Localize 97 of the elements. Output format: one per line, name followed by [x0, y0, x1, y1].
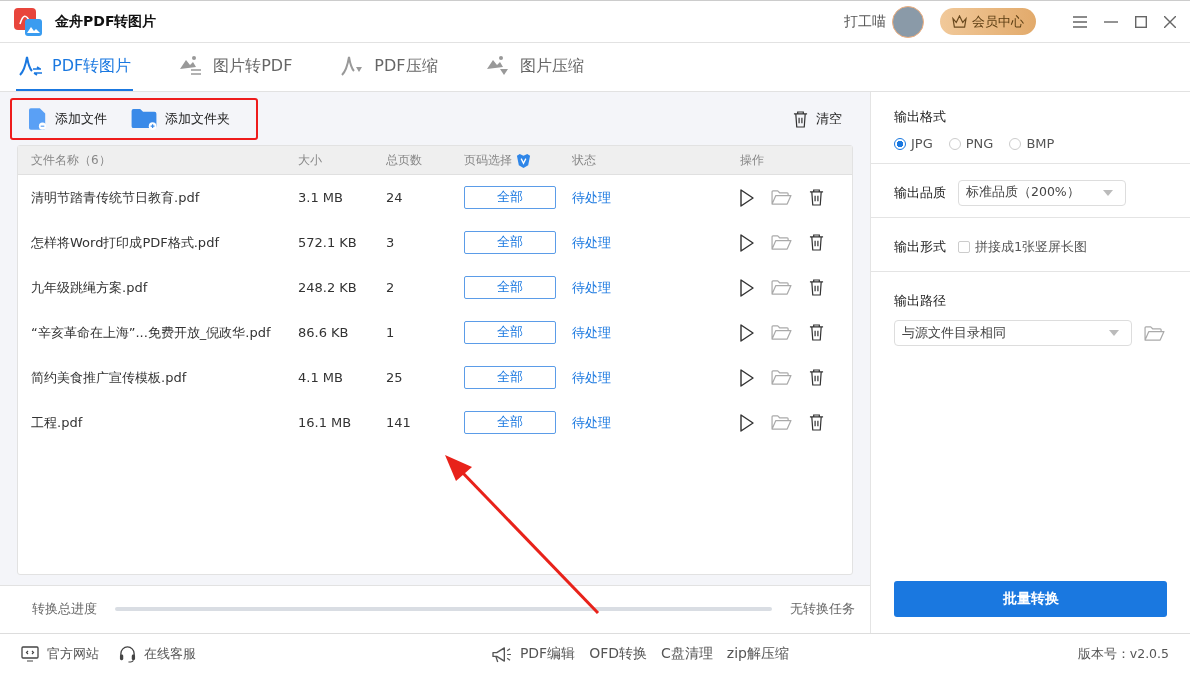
trash-icon: [793, 110, 808, 128]
file-size: 248.2 KB: [298, 280, 358, 296]
page-count: 25: [386, 370, 404, 386]
app-logo-icon: [14, 7, 42, 36]
play-icon[interactable]: [740, 278, 754, 297]
pdf-convert-icon: [18, 55, 42, 77]
page-range-button[interactable]: 全部: [464, 321, 556, 345]
file-add-icon: [29, 108, 47, 131]
mode-tab[interactable]: PDF压缩: [338, 43, 440, 91]
play-icon[interactable]: [740, 188, 754, 207]
add-file-button[interactable]: 添加文件: [29, 104, 107, 135]
page-count: 141: [386, 415, 412, 431]
file-name: 工程.pdf: [31, 413, 84, 432]
mode-tab[interactable]: 图片压缩: [483, 43, 586, 91]
app-title: 金舟PDF转图片: [55, 12, 157, 31]
file-name: 怎样将Word打印成PDF格式.pdf: [31, 233, 221, 252]
file-size: 86.6 KB: [298, 325, 350, 341]
page-range-button[interactable]: 全部: [464, 276, 556, 300]
folder-add-icon: [131, 108, 157, 130]
format-radio[interactable]: PNG: [948, 136, 994, 151]
column-header: 文件名称（6）: [31, 151, 111, 169]
trash-icon[interactable]: [809, 279, 824, 297]
footer-link[interactable]: 官方网站: [21, 645, 99, 663]
status-text: 待处理: [572, 188, 612, 207]
file-name: 简约美食推广宣传模板.pdf: [31, 368, 188, 387]
pdf-download-icon: [340, 55, 365, 77]
footer-link[interactable]: 在线客服: [119, 645, 196, 663]
status-text: 待处理: [572, 323, 612, 342]
column-header: 总页数: [386, 151, 422, 169]
footer-tool-link[interactable]: PDF编辑: [490, 645, 576, 663]
setting-label: 输出格式: [894, 108, 947, 126]
column-header: 大小: [298, 151, 322, 169]
trash-icon[interactable]: [809, 189, 824, 207]
status-text: 待处理: [572, 413, 612, 432]
headset-icon: [119, 645, 136, 663]
batch-convert-button[interactable]: 批量转换: [894, 581, 1167, 617]
mode-tab[interactable]: 图片转PDF: [177, 43, 295, 91]
vip-shield-icon: [516, 152, 531, 168]
column-header: 操作: [740, 151, 764, 169]
page-range-button[interactable]: 全部: [464, 231, 556, 255]
play-icon[interactable]: [740, 368, 754, 387]
setting-label: 输出路径: [894, 292, 947, 310]
file-size: 4.1 MB: [298, 370, 344, 386]
caret-icon: [1109, 330, 1119, 336]
trash-icon[interactable]: [809, 324, 824, 342]
user-name: 打工喵: [844, 12, 886, 31]
user-avatar[interactable]: [892, 5, 924, 38]
page-range-button[interactable]: 全部: [464, 186, 556, 210]
maximize-icon[interactable]: [1135, 15, 1147, 28]
page-count: 1: [386, 325, 396, 341]
setting-label: 输出品质: [894, 183, 946, 202]
long-image-checkbox[interactable]: 拼接成1张竖屏长图: [958, 237, 1088, 256]
play-icon[interactable]: [740, 233, 754, 252]
format-radio[interactable]: BMP: [1009, 136, 1055, 151]
image-download-icon: [485, 55, 510, 77]
quality-dropdown[interactable]: 标准品质（200%）: [958, 179, 1126, 206]
page-count: 24: [386, 190, 404, 206]
status-text: 待处理: [572, 278, 612, 297]
progress-label: 转换总进度: [32, 600, 97, 619]
file-size: 16.1 MB: [298, 415, 353, 431]
trash-icon[interactable]: [809, 234, 824, 252]
status-text: 待处理: [572, 233, 612, 252]
version-label: 版本号：v2.0.5: [1077, 645, 1169, 663]
trash-icon[interactable]: [809, 369, 824, 387]
file-name: 清明节踏青传统节日教育.pdf: [31, 188, 201, 207]
monitor-icon: [21, 646, 39, 662]
member-center-button[interactable]: 会员中心: [940, 8, 1036, 35]
image-convert-icon: [179, 55, 204, 77]
output-path-dropdown[interactable]: 与源文件目录相同: [894, 320, 1132, 346]
crown-icon: [952, 15, 967, 28]
close-icon[interactable]: [1164, 15, 1176, 28]
setting-label: 输出形式: [894, 237, 946, 256]
page-count: 3: [386, 235, 396, 251]
file-name: 九年级跳绳方案.pdf: [31, 278, 149, 297]
file-size: 572.1 KB: [298, 235, 358, 251]
file-size: 3.1 MB: [298, 190, 344, 206]
add-folder-button[interactable]: 添加文件夹: [131, 104, 230, 135]
minimize-icon[interactable]: [1104, 20, 1118, 23]
footer-tool-link[interactable]: C盘清理: [661, 645, 713, 663]
file-name: “辛亥革命在上海”...免费开放_倪政华.pdf: [31, 323, 272, 342]
footer-tool-link[interactable]: OFD转换: [589, 645, 647, 663]
play-icon[interactable]: [740, 413, 754, 432]
caret-icon: [1103, 189, 1113, 196]
page-count: 2: [386, 280, 396, 296]
column-header: 状态: [572, 151, 596, 169]
clear-button[interactable]: 清空: [793, 104, 842, 135]
status-text: 待处理: [572, 368, 612, 387]
trash-icon[interactable]: [809, 414, 824, 432]
play-icon[interactable]: [740, 323, 754, 342]
page-range-button[interactable]: 全部: [464, 411, 556, 435]
menu-icon[interactable]: [1073, 15, 1087, 28]
megaphone-icon: [490, 645, 512, 663]
format-radio[interactable]: JPG: [894, 136, 933, 151]
footer-tool-link[interactable]: zip解压缩: [726, 645, 789, 663]
page-range-button[interactable]: 全部: [464, 366, 556, 390]
progress-status: 无转换任务: [790, 600, 855, 619]
column-header: 页码选择: [464, 151, 512, 169]
